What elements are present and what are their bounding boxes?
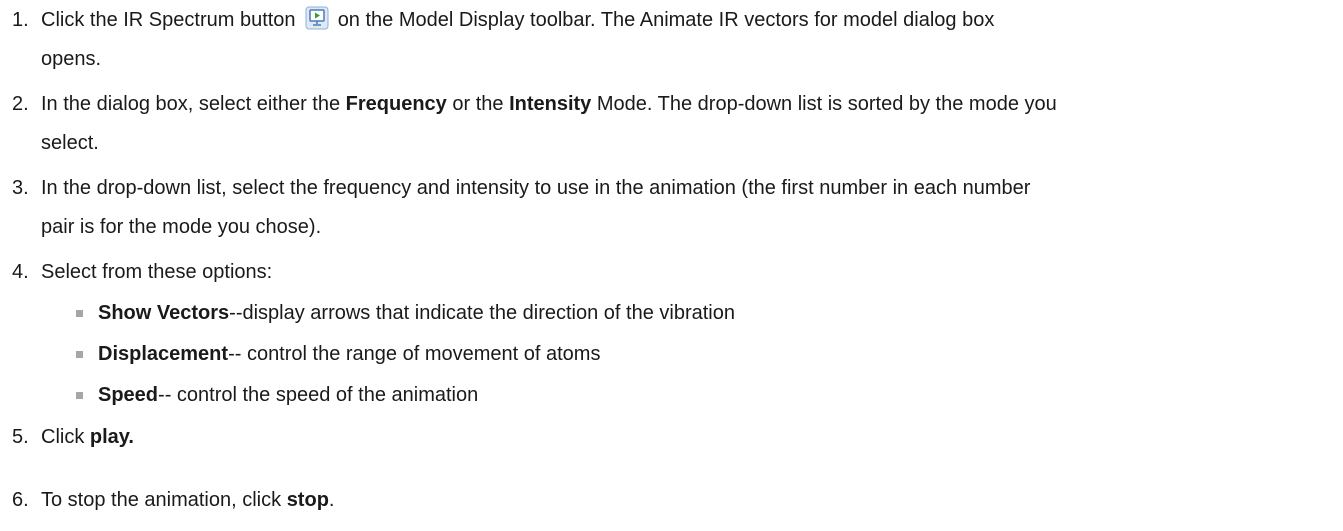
step-text-part: In the dialog box, select either the [41,93,346,115]
stop-term: stop [286,489,329,511]
step-text-line: opens. [41,48,102,70]
ir-spectrum-button-icon [305,6,329,30]
step-text-part: Click the IR Spectrum button [41,9,296,31]
option-description: -- control the range of movement of atom… [228,343,601,365]
step-text: To stop the animation, click stop. [41,485,1341,515]
step-number: 2. [12,93,29,115]
step-text-line: Select from these options: [41,261,273,283]
option-description: -- control the speed of the animation [158,384,479,406]
bullet-icon [76,392,83,399]
play-term: play. [89,426,134,448]
option-title: Speed [98,384,159,406]
step-text: Click the IR Spectrum button on the Mode… [41,5,1341,74]
step-text-part: Mode. The drop-down list is sorted by th… [591,93,1057,115]
step-number: 4. [12,261,29,283]
step-number: 1. [12,9,29,31]
step-text-part: or the [446,93,510,115]
step-text-part: Click [41,426,90,448]
bullet-icon [76,351,83,358]
frequency-term: Frequency [345,93,447,115]
step-text: Click play. [41,422,1341,452]
step-text-line: select. [41,132,99,154]
step-text: Select from these options: [41,257,1341,287]
step-text: In the dialog box, select either the Fre… [41,89,1341,158]
step-text-part: To stop the animation, click [41,489,287,511]
step-text-part: . [328,489,335,511]
step-text-line: pair is for the mode you chose). [41,216,322,238]
option-title: Displacement [98,343,229,365]
step-number: 6. [12,489,29,511]
option-title: Show Vectors [98,302,230,324]
step-text-part: on the Model Display toolbar. The Animat… [337,9,995,31]
intensity-term: Intensity [509,93,592,115]
step-number: 3. [12,177,29,199]
step-number: 5. [12,426,29,448]
step-text-line: In the drop-down list, select the freque… [41,177,1031,199]
option-description: --display arrows that indicate the direc… [229,302,735,324]
step-text: In the drop-down list, select the freque… [41,173,1341,242]
bullet-icon [76,310,83,317]
